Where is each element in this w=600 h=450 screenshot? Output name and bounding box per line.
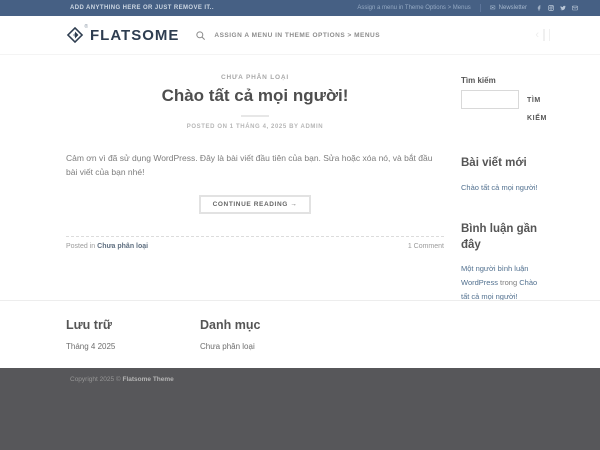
blog-post: CHƯA PHÂN LOẠI Chào tất cả mọi người! PO…: [66, 55, 444, 250]
header-divider: [543, 29, 545, 41]
topbar-menu-hint[interactable]: Assign a menu in Theme Options > Menus: [357, 5, 470, 11]
copyright-brand: Flatsome Theme: [123, 376, 174, 383]
category-link[interactable]: Chưa phân loại: [200, 342, 260, 351]
newsletter-link[interactable]: ✉ Newsletter: [490, 5, 527, 12]
topbar-message: ADD ANYTHING HERE OR JUST REMOVE IT..: [70, 5, 214, 11]
flatsome-diamond-icon: ®: [66, 26, 84, 44]
posted-in: Posted in Chưa phân loại: [66, 243, 148, 250]
search-widget: TÌM KIẾM: [461, 90, 545, 128]
post-footer-row: Posted in Chưa phân loại 1 Comment: [66, 236, 444, 250]
site-logo[interactable]: ® FLATSOME: [66, 26, 179, 44]
envelope-icon: ✉: [490, 5, 496, 12]
search-icon[interactable]: [195, 30, 206, 41]
topbar-divider: [480, 4, 481, 12]
newsletter-label: Newsletter: [499, 5, 527, 11]
recent-comments-widget-title: Bình luận gần đây: [461, 222, 545, 253]
chevron-left-icon[interactable]: ‹: [535, 29, 539, 41]
archives-widget: Lưu trữ Tháng 4 2025: [66, 318, 200, 368]
registered-mark: ®: [84, 24, 88, 30]
instagram-icon[interactable]: [548, 5, 554, 11]
continue-reading-button[interactable]: CONTINUE READING →: [199, 195, 312, 214]
header-menu-hint[interactable]: ASSIGN A MENU IN THEME OPTIONS > MENUS: [214, 32, 380, 39]
site-header: ® FLATSOME ASSIGN A MENU IN THEME OPTION…: [0, 16, 600, 55]
email-icon[interactable]: [572, 5, 578, 11]
title-divider: [241, 115, 269, 117]
copyright-prefix: Copyright 2025 ©: [70, 376, 123, 383]
sidebar-search-button[interactable]: TÌM KIẾM: [527, 90, 547, 128]
footer-bar: Copyright 2025 © Flatsome Theme: [0, 368, 600, 450]
twitter-icon[interactable]: [560, 5, 566, 11]
topbar: ADD ANYTHING HERE OR JUST REMOVE IT.. As…: [0, 0, 600, 16]
post-meta: POSTED ON 1 THÁNG 4, 2025 BY ADMIN: [66, 124, 444, 130]
archive-link[interactable]: Tháng 4 2025: [66, 342, 200, 351]
posted-in-category-link[interactable]: Chưa phân loại: [97, 243, 148, 250]
header-secondary-area: ‹: [535, 16, 550, 54]
posted-in-label: Posted in: [66, 243, 97, 250]
header-divider: [549, 29, 551, 41]
copyright: Copyright 2025 © Flatsome Theme: [70, 376, 600, 383]
post-category-link[interactable]: CHƯA PHÂN LOẠI: [66, 74, 444, 81]
facebook-icon[interactable]: [536, 5, 542, 11]
topbar-right: Assign a menu in Theme Options > Menus ✉…: [357, 4, 578, 12]
archives-title: Lưu trữ: [66, 318, 200, 332]
logo-text: FLATSOME: [90, 27, 179, 44]
flatsome-wordpress-page: ADD ANYTHING HERE OR JUST REMOVE IT.. As…: [0, 0, 600, 450]
recent-comment-item: Một người bình luận WordPress trong Chào…: [461, 262, 545, 304]
categories-title: Danh mục: [200, 318, 260, 332]
post-header: CHƯA PHÂN LOẠI Chào tất cả mọi người! PO…: [66, 74, 444, 130]
footer-widgets: Lưu trữ Tháng 4 2025 Danh mục Chưa phân …: [0, 300, 600, 368]
recent-post-link[interactable]: Chào tất cả mọi người!: [461, 181, 545, 195]
social-icons: [536, 5, 578, 11]
post-excerpt: Cảm ơn vì đã sử dụng WordPress. Đây là b…: [66, 151, 444, 180]
post-title[interactable]: Chào tất cả mọi người!: [66, 86, 444, 106]
search-widget-title: Tìm kiếm: [461, 76, 545, 85]
comments-count-link[interactable]: 1 Comment: [408, 243, 444, 250]
sidebar-search-input[interactable]: [461, 90, 519, 109]
comment-connector: trong: [498, 278, 519, 287]
main-content: CHƯA PHÂN LOẠI Chào tất cả mọi người! PO…: [66, 55, 545, 304]
continue-wrap: CONTINUE READING →: [66, 193, 444, 214]
recent-posts-widget-title: Bài viết mới: [461, 156, 545, 172]
sidebar: Tìm kiếm TÌM KIẾM Bài viết mới Chào tất …: [461, 55, 545, 304]
categories-widget: Danh mục Chưa phân loại: [200, 318, 260, 368]
